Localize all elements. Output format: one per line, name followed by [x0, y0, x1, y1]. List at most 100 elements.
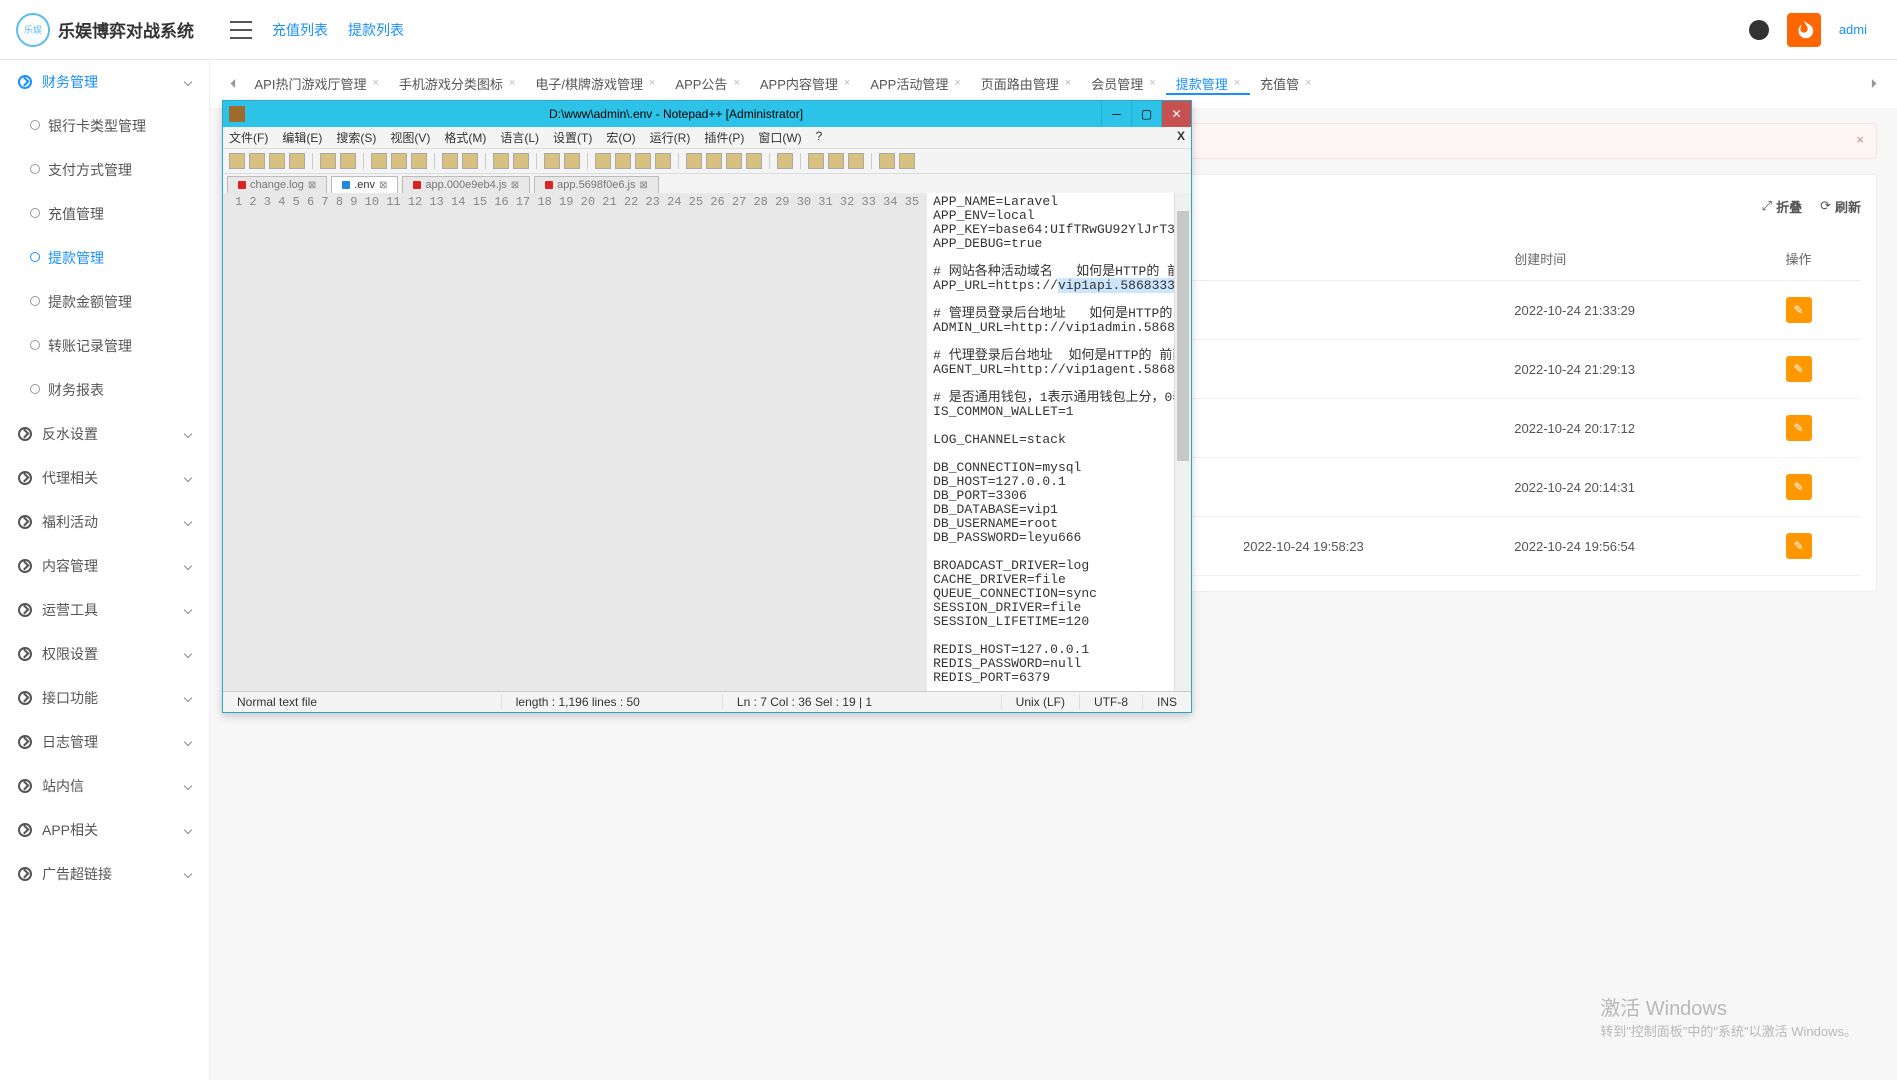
tab[interactable]: 会员管理× [1081, 74, 1165, 93]
sidebar-item[interactable]: 日志管理 [0, 720, 209, 764]
menu-item[interactable]: 宏(O) [606, 129, 635, 146]
admin-name[interactable]: admi [1839, 22, 1867, 37]
minimize-button[interactable]: ─ [1101, 101, 1131, 127]
toolbar-icon[interactable] [848, 153, 864, 169]
file-tab-close-icon[interactable]: ⊠ [639, 180, 647, 191]
toolbar-icon[interactable] [229, 153, 245, 169]
menu-item[interactable]: 编辑(E) [282, 129, 322, 146]
toolbar-icon[interactable] [706, 153, 722, 169]
sidebar-item[interactable]: 代理相关 [0, 456, 209, 500]
row-action-button[interactable]: ✎ [1786, 356, 1812, 382]
toolbar-icon[interactable] [411, 153, 427, 169]
sidebar-item[interactable]: 运营工具 [0, 588, 209, 632]
toolbar-icon[interactable] [269, 153, 285, 169]
menu-item[interactable]: 运行(R) [650, 129, 691, 146]
menu-item[interactable]: 文件(F) [229, 129, 268, 146]
sidebar-sub-item[interactable]: 提款管理 [0, 236, 209, 280]
tab[interactable]: APP活动管理× [860, 74, 970, 93]
file-tab-close-icon[interactable]: ⊠ [511, 180, 519, 191]
file-tab[interactable]: change.log⊠ [227, 176, 327, 193]
menu-item[interactable]: 窗口(W) [758, 129, 801, 146]
menu-item[interactable]: 插件(P) [704, 129, 744, 146]
toolbar-icon[interactable] [371, 153, 387, 169]
row-action-button[interactable]: ✎ [1786, 474, 1812, 500]
tab[interactable]: APP公告× [665, 74, 749, 93]
sidebar-item[interactable]: 站内信 [0, 764, 209, 808]
notepad-window[interactable]: D:\www\admin\.env - Notepad++ [Administr… [222, 100, 1192, 713]
toolbar-icon[interactable] [564, 153, 580, 169]
row-action-button[interactable]: ✎ [1786, 533, 1812, 559]
toolbar-icon[interactable] [808, 153, 824, 169]
tab-close-icon[interactable]: × [844, 77, 850, 89]
menu-item[interactable]: ? [816, 129, 823, 146]
toolbar-icon[interactable] [249, 153, 265, 169]
tab[interactable]: 电子/棋牌游戏管理× [525, 74, 665, 93]
toolbar-icon[interactable] [726, 153, 742, 169]
toolbar-icon[interactable] [615, 153, 631, 169]
sidebar-sub-item[interactable]: 充值管理 [0, 192, 209, 236]
file-tab[interactable]: app.5698f0e6.js⊠ [534, 176, 659, 193]
toolbar-icon[interactable] [493, 153, 509, 169]
menu-item[interactable]: 视图(V) [390, 129, 430, 146]
brand-badge-icon[interactable] [1787, 13, 1821, 47]
toolbar-icon[interactable] [635, 153, 651, 169]
tab[interactable]: APP内容管理× [750, 74, 860, 93]
hamburger-icon[interactable] [230, 21, 252, 39]
refresh-button[interactable]: ⟳ 刷新 [1820, 197, 1861, 216]
menu-item[interactable]: 设置(T) [553, 129, 592, 146]
fold-button[interactable]: ⤢ 折叠 [1762, 197, 1802, 216]
tab[interactable]: 手机游戏分类图标× [389, 74, 525, 93]
vertical-scrollbar[interactable] [1174, 193, 1191, 691]
toolbar-icon[interactable] [746, 153, 762, 169]
sidebar-item-finance[interactable]: 财务管理 [0, 60, 209, 104]
toolbar-icon[interactable] [828, 153, 844, 169]
sidebar-sub-item[interactable]: 支付方式管理 [0, 148, 209, 192]
sidebar-item[interactable]: 内容管理 [0, 544, 209, 588]
sidebar-item[interactable]: 权限设置 [0, 632, 209, 676]
code-area[interactable]: APP_NAME=Laravel APP_ENV=local APP_KEY=b… [927, 193, 1174, 691]
notepad-titlebar[interactable]: D:\www\admin\.env - Notepad++ [Administr… [223, 101, 1191, 127]
tab[interactable]: API热门游戏厅管理× [245, 74, 389, 93]
toolbar-icon[interactable] [320, 153, 336, 169]
sidebar-item[interactable]: 广告超链接 [0, 852, 209, 896]
toolbar-icon[interactable] [879, 153, 895, 169]
tab-close-icon[interactable]: × [954, 77, 960, 89]
maximize-button[interactable]: ▢ [1131, 101, 1161, 127]
tab-close-icon[interactable]: × [649, 77, 655, 89]
tab-close-icon[interactable]: × [1149, 77, 1155, 89]
sidebar-item[interactable]: 福利活动 [0, 500, 209, 544]
close-button[interactable]: ✕ [1161, 101, 1191, 127]
file-tab[interactable]: app.000e9eb4.js⊠ [402, 176, 530, 193]
toolbar-icon[interactable] [289, 153, 305, 169]
tab-close-icon[interactable]: × [372, 77, 378, 89]
tab[interactable]: 提款管理× [1166, 74, 1250, 95]
tab-close-icon[interactable]: × [1305, 77, 1311, 89]
sidebar-sub-item[interactable]: 转账记录管理 [0, 324, 209, 368]
menubar-close-icon[interactable]: X [1177, 129, 1185, 146]
toolbar-icon[interactable] [442, 153, 458, 169]
theme-icon[interactable] [1749, 20, 1769, 40]
toolbar-icon[interactable] [595, 153, 611, 169]
sidebar-sub-item[interactable]: 提款金额管理 [0, 280, 209, 324]
menu-item[interactable]: 格式(M) [444, 129, 486, 146]
file-tab-close-icon[interactable]: ⊠ [308, 180, 316, 191]
tab-close-icon[interactable]: × [1065, 77, 1071, 89]
notepad-editor[interactable]: 1 2 3 4 5 6 7 8 9 10 11 12 13 14 15 16 1… [223, 193, 1191, 691]
row-action-button[interactable]: ✎ [1786, 415, 1812, 441]
sidebar-item[interactable]: 接口功能 [0, 676, 209, 720]
sidebar-sub-item[interactable]: 财务报表 [0, 368, 209, 412]
alert-close-icon[interactable]: × [1856, 132, 1864, 147]
nav-link-withdraw[interactable]: 提款列表 [348, 20, 404, 40]
sidebar-item[interactable]: 反水设置 [0, 412, 209, 456]
tab[interactable]: 页面路由管理× [971, 74, 1081, 93]
tab-close-icon[interactable]: × [1234, 77, 1240, 89]
scrollbar-thumb[interactable] [1177, 211, 1189, 461]
toolbar-icon[interactable] [544, 153, 560, 169]
toolbar-icon[interactable] [513, 153, 529, 169]
nav-link-recharge[interactable]: 充值列表 [272, 20, 328, 40]
tabs-scroll-left-icon[interactable]: ⏴ [222, 76, 245, 92]
tab-close-icon[interactable]: × [509, 77, 515, 89]
toolbar-icon[interactable] [340, 153, 356, 169]
tab-close-icon[interactable]: × [733, 77, 739, 89]
file-tab[interactable]: .env⊠ [331, 176, 398, 193]
